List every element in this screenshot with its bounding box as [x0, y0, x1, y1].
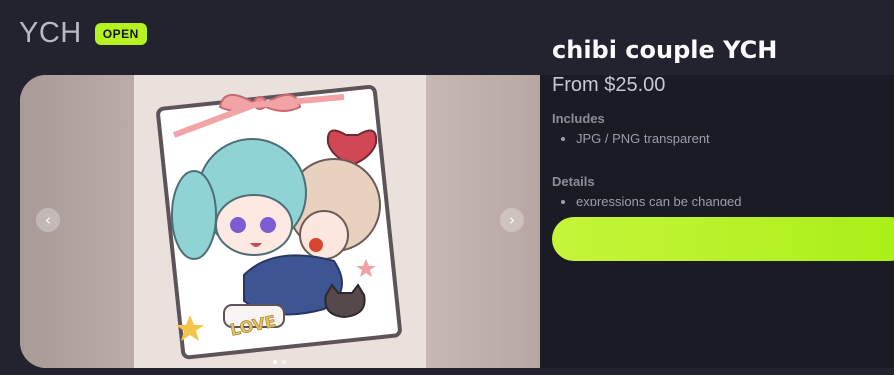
chibi-couple-illustration: LOVE: [156, 84, 402, 360]
gallery-pagination: [273, 360, 286, 364]
product-image: LOVE: [134, 75, 426, 368]
gallery-next-button[interactable]: ›: [500, 208, 524, 232]
product-info: chibi couple YCH From $25.00 Includes JP…: [552, 36, 882, 147]
product-name: chibi couple YCH: [552, 36, 778, 64]
chevron-right-icon: ›: [509, 211, 515, 229]
details-heading: Details: [552, 174, 595, 189]
details-section: Details expressions can be changed: [552, 174, 882, 206]
request-commission-button[interactable]: [552, 217, 894, 261]
gallery-dot-1[interactable]: [273, 360, 277, 364]
gallery-dot-2[interactable]: [282, 360, 286, 364]
image-gallery[interactable]: LOVE ‹ ›: [20, 75, 540, 368]
chevron-left-icon: ‹: [45, 211, 51, 229]
list-item: expressions can be changed: [576, 193, 882, 206]
gallery-prev-button[interactable]: ‹: [36, 208, 60, 232]
list-item: JPG / PNG transparent: [576, 130, 882, 147]
status-badge: OPEN: [94, 22, 147, 45]
includes-list: JPG / PNG transparent: [552, 130, 882, 147]
page-title: YCH: [19, 17, 82, 49]
product-price: From $25.00: [552, 74, 666, 96]
includes-heading: Includes: [552, 111, 605, 126]
page-header: YCH OPEN: [19, 17, 147, 50]
details-list: expressions can be changed: [552, 193, 882, 206]
